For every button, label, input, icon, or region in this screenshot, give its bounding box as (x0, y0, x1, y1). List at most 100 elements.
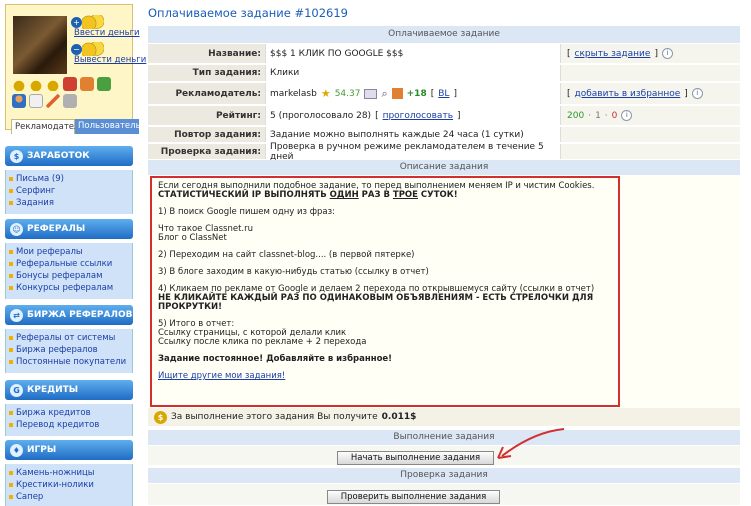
calendar-icon[interactable] (63, 77, 77, 91)
settings-icon[interactable] (63, 94, 77, 108)
add-favorite-link[interactable]: добавить в избранное (575, 89, 681, 99)
hide-task-link[interactable]: скрыть задание (575, 49, 651, 59)
search-icon[interactable]: ⌕ (381, 87, 387, 101)
advertiser-rating: 54.37 (334, 88, 361, 99)
sidebar-item-credit-market[interactable]: Биржа кредитов (6, 407, 132, 419)
exchange-icon: ⇄ (10, 308, 23, 322)
withdraw-row[interactable]: − Вывести деньги (71, 42, 146, 65)
advertiser-label: Рекламодатель: (148, 83, 265, 104)
rating-label: Рейтинг: (148, 106, 265, 125)
sidebar-item-system-referrals[interactable]: Рефералы от системы (6, 332, 132, 344)
check-label: Проверка задания: (148, 144, 265, 159)
sidebar-referrals-list: Мои рефералы Реферальные ссылки Бонусы р… (5, 243, 133, 299)
votes-neutral: 1 (595, 110, 601, 121)
withdraw-link[interactable]: Вывести деньги (74, 55, 146, 65)
task-type-label: Тип задания: (148, 65, 265, 81)
sidebar-item-regular-buyers[interactable]: Постоянные покупатели (6, 356, 132, 368)
sidebar-item-credit-transfer[interactable]: Перевод кредитов (6, 419, 132, 431)
sidebar-section-ref-exchange[interactable]: ⇄ БИРЖА РЕФЕРАЛОВ (5, 305, 133, 325)
task-type-row: Тип задания: Клики (148, 65, 740, 82)
reward-text: За выполнение этого задания Вы получите (171, 412, 378, 422)
repeat-value: Задание можно выполнять каждые 24 часа (… (265, 127, 560, 142)
games-icon: ♦ (10, 443, 23, 457)
medal-icon[interactable] (12, 77, 26, 91)
votes-cell: 200 · 1 · 0 i (560, 106, 740, 125)
blacklist-link[interactable]: BL (438, 89, 449, 99)
sidebar-item-tasks[interactable]: Задания (6, 197, 132, 209)
help-icon[interactable]: i (661, 48, 673, 59)
tab-user[interactable]: Пользователь (75, 119, 141, 134)
coins-icon (82, 15, 104, 29)
deposit-row[interactable]: + Ввести деньги (71, 15, 140, 38)
mail-icon[interactable] (29, 94, 43, 108)
rating-value: 5 (проголосовало 28)[проголосовать] (265, 106, 560, 125)
check-task-button[interactable]: Проверить выполнение задания (327, 490, 500, 504)
sidebar: + Ввести деньги − Вывести деньги Рекламо… (0, 0, 146, 506)
bullet-icon (9, 262, 13, 266)
sidebar-item-my-referrals[interactable]: Мои рефералы (6, 246, 132, 258)
earnings-icon: $ (10, 149, 23, 163)
bullet-icon (9, 411, 13, 415)
withdraw-arrow-icon[interactable]: − (71, 44, 82, 55)
other-tasks-link[interactable]: Ищите другие мои задания! (158, 371, 285, 381)
help-icon[interactable]: i (621, 110, 633, 121)
coins-icon (82, 42, 104, 56)
sidebar-section-earnings[interactable]: $ ЗАРАБОТОК (5, 146, 133, 166)
bullet-icon (9, 483, 13, 487)
sidebar-item-tic-tac-toe[interactable]: Крестики-нолики (6, 479, 132, 491)
vote-link[interactable]: проголосовать (383, 111, 453, 121)
sidebar-item-surfing[interactable]: Серфинг (6, 185, 132, 197)
pencil-icon[interactable] (46, 94, 60, 108)
favorite-cell: [добавить в избранное] i (560, 83, 740, 104)
coin-icon: $ (154, 410, 167, 424)
gift-icon[interactable] (80, 77, 94, 91)
medal-icon[interactable] (46, 77, 60, 91)
sidebar-item-ref-market[interactable]: Биржа рефералов (6, 344, 132, 356)
sidebar-item-minesweeper[interactable]: Сапер (6, 491, 132, 503)
advertiser-plus: +18 (406, 88, 427, 99)
desc-phrase2: Блог о ClassNet (158, 233, 227, 243)
medal-icon[interactable] (29, 77, 43, 91)
tab-advertiser[interactable]: Рекламодатель (11, 119, 84, 134)
task-name-label: Название: (148, 44, 265, 63)
check-value: Проверка в ручном режиме рекламодателем … (265, 142, 560, 162)
sidebar-item-letters[interactable]: Письма (9) (6, 173, 132, 185)
sidebar-item-rock-paper[interactable]: Камень-ножницы (6, 467, 132, 479)
user-tabs: Рекламодатель Пользователь (11, 119, 141, 134)
bullet-icon (9, 495, 13, 499)
mail-icon[interactable] (364, 88, 378, 99)
sidebar-section-referrals[interactable]: ☺ РЕФЕРАЛЫ (5, 219, 133, 239)
bullet-icon (9, 471, 13, 475)
advertiser-name[interactable]: markelasb (270, 89, 317, 99)
sidebar-section-credits[interactable]: G КРЕДИТЫ (5, 380, 133, 400)
bullet-icon (9, 286, 13, 290)
gift-icon[interactable] (391, 88, 403, 99)
rating-row: Рейтинг: 5 (проголосовало 28)[проголосов… (148, 106, 740, 126)
task-type-value: Клики (265, 65, 560, 81)
start-task-button[interactable]: Начать выполнение задания (337, 451, 494, 465)
help-icon[interactable]: i (691, 88, 703, 99)
sidebar-item-ref-contests[interactable]: Конкурсы рефералам (6, 282, 132, 294)
bullet-icon (9, 250, 13, 254)
sidebar-section-games[interactable]: ♦ ИГРЫ (5, 440, 133, 460)
sidebar-item-ref-links[interactable]: Реферальные ссылки (6, 258, 132, 270)
sidebar-item-ref-bonuses[interactable]: Бонусы рефералам (6, 270, 132, 282)
cart-icon[interactable] (97, 77, 111, 91)
star-icon: ★ (320, 87, 331, 100)
user-panel: + Ввести деньги − Вывести деньги Рекламо… (5, 4, 146, 134)
bullet-icon (9, 348, 13, 352)
description-box: Если сегодня выполнили подобное задание,… (150, 176, 620, 407)
deposit-link[interactable]: Ввести деньги (74, 28, 140, 38)
sidebar-ref-exchange-list: Рефералы от системы Биржа рефералов Пост… (5, 329, 133, 373)
user-icon[interactable] (12, 94, 26, 108)
referrals-icon: ☺ (10, 222, 23, 236)
desc-warning: СТАТИСТИЧЕСКИЙ IP ВЫПОЛНЯТЬ ОДИН РАЗ В Т… (158, 190, 458, 200)
repeat-label: Повтор задания: (148, 127, 265, 142)
avatar[interactable] (13, 16, 67, 74)
check-row: Проверка задания: Проверка в ручном режи… (148, 142, 740, 162)
deposit-arrow-icon[interactable]: + (71, 17, 82, 28)
section-header-description: Описание задания (148, 160, 740, 175)
desc-step3: 3) В блоге заходим в какую-нибудь статью… (158, 267, 429, 277)
credits-icon: G (10, 383, 23, 397)
desc-report2: Ссылку после клика по рекламе + 2 перехо… (158, 337, 367, 347)
